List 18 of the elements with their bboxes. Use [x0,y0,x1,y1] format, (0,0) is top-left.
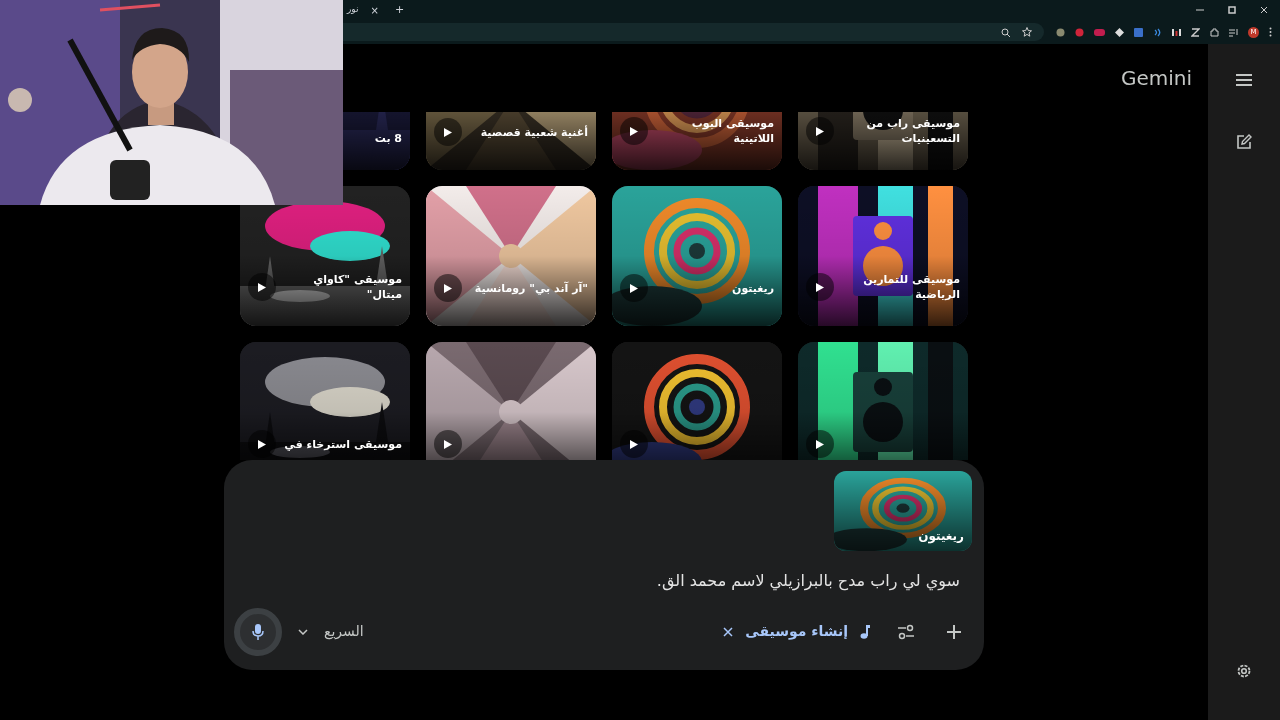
card-title: أغنية شعبية قصصية [480,124,588,140]
tool-chip[interactable]: إنشاء موسيقى [715,613,878,650]
tab-title[interactable]: نور [343,3,363,17]
card-title: موسيقى استرخاء في [284,436,402,452]
card-title: 8 بت [374,131,402,146]
tool-chip-label: إنشاء موسيقى [745,622,848,642]
card-title: موسيقى "كاواي ميتال" [312,272,402,302]
close-tab-button[interactable]: × [362,2,387,18]
attachment-title: ريغيتون [918,528,964,545]
mode-selector[interactable]: السريع [290,613,372,650]
prompt-input[interactable]: سوي لي راب مدح بالبرازيلي لاسم محمد الق. [440,569,960,593]
card-title: موسيقى البوب اللاتينية [690,116,774,146]
new-tab-button[interactable]: + [386,1,413,19]
app-title: Gemini [1120,65,1192,92]
card-title: "آر آند بي" رومانسية [474,280,588,296]
attachment-card[interactable]: ريغيتون [834,471,972,551]
card-title: ريغيتون [732,280,774,296]
card-title: موسيقى راب من التسعينيات [865,116,960,146]
